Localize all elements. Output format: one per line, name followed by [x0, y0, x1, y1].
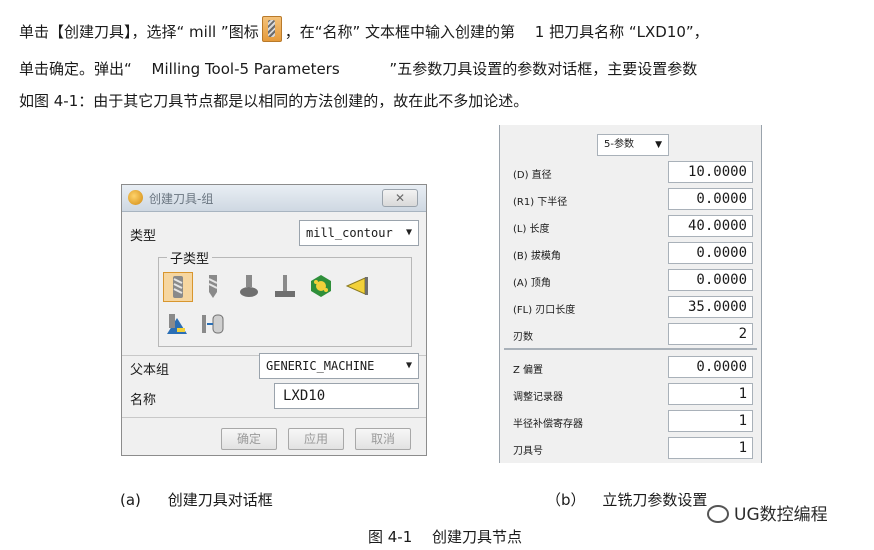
paragraph-line-3: 如图 4-1：由于其它刀具节点都是以相同的方法创建的，故在此不多加论述。	[19, 92, 529, 110]
end-mill-icon[interactable]	[163, 272, 193, 302]
barrel-cutter-icon[interactable]	[307, 272, 337, 302]
type-label: 类型	[130, 229, 157, 244]
caption-b: （b） 立铣刀参数设置	[546, 489, 707, 510]
param-row-length: (L) 长度 40.0000	[500, 213, 761, 240]
cancel-button[interactable]: 取消	[355, 428, 411, 450]
drill-mill-icon[interactable]	[199, 272, 229, 302]
param-row-flutes: 刃数 2	[500, 321, 761, 348]
chevron-down-icon: ▼	[405, 360, 412, 371]
param-value-input[interactable]: 40.0000	[668, 215, 753, 237]
panel-divider	[504, 348, 757, 350]
parent-select[interactable]: GENERIC_MACHINE ▼	[259, 353, 419, 379]
param-value-input[interactable]: 1	[668, 410, 753, 432]
parent-select-value: GENERIC_MACHINE	[266, 359, 375, 373]
param-label: (D) 直径	[513, 170, 552, 181]
param-row-tip-angle: (A) 顶角 0.0000	[500, 267, 761, 294]
param-row-lower-radius: (R1) 下半径 0.0000	[500, 186, 761, 213]
param-row-flute-length: (FL) 刃口长度 35.0000	[500, 294, 761, 321]
caption-b-tag: （b）	[546, 491, 586, 509]
line1-part-b: ，在“名称” 文本框中输入创建的第 1 把刀具名称 “LXD10”，	[284, 23, 709, 41]
mill-icon	[261, 16, 282, 42]
caption-a: (a) 创建刀具对话框	[120, 489, 273, 510]
create-tool-dialog: 创建刀具-组 ✕ 类型 mill_contour ▼ 子类型 父本组 GENER…	[121, 184, 427, 456]
caption-a-text: 创建刀具对话框	[167, 491, 273, 509]
watermark-text: UG数控编程	[734, 505, 828, 525]
param-label: (L) 长度	[513, 224, 550, 235]
subtype-label: 子类型	[167, 248, 213, 267]
param-row-diameter: (D) 直径 10.0000	[500, 159, 761, 186]
name-label: 名称	[130, 393, 157, 408]
chevron-down-icon: ▼	[655, 140, 662, 150]
param-label: (R1) 下半径	[513, 197, 568, 208]
paragraph-line-2: 单击确定。弹出“ Milling Tool-5 Parameters ”五参数刀…	[19, 60, 698, 78]
type-select[interactable]: mill_contour ▼	[299, 220, 419, 246]
param-label: 调整记录器	[513, 392, 563, 403]
param-value-input[interactable]: 0.0000	[668, 188, 753, 210]
apply-button[interactable]: 应用	[288, 428, 344, 450]
wechat-icon	[707, 505, 729, 523]
close-button[interactable]: ✕	[382, 189, 418, 207]
chevron-down-icon: ▼	[405, 227, 412, 238]
ok-button[interactable]: 确定	[221, 428, 277, 450]
param-value-input[interactable]: 35.0000	[668, 296, 753, 318]
close-icon: ✕	[394, 191, 406, 205]
dialog-title: 创建刀具-组	[149, 192, 214, 206]
parameter-type-value: 5-参数	[604, 139, 634, 150]
paragraph-line-1: 单击【创建刀具】，选择“ mill ”图标 ，在“名称” 文本框中输入创建的第 1…	[19, 16, 709, 42]
param-row-tool-number: 刀具号 1	[500, 435, 761, 462]
line1-part-a: 单击【创建刀具】，选择“ mill ”图标	[19, 23, 259, 41]
app-icon	[128, 190, 143, 205]
param-label: Z 偏置	[513, 365, 544, 376]
dialog-divider	[122, 417, 426, 418]
param-label: 刃数	[513, 332, 533, 343]
param-label: 刀具号	[513, 446, 543, 457]
subtype-group: 子类型	[158, 248, 412, 347]
param-label: (FL) 刃口长度	[513, 305, 576, 316]
parameter-type-select[interactable]: 5-参数 ▼	[597, 134, 669, 156]
param-row-taper-angle: (B) 拔模角 0.0000	[500, 240, 761, 267]
param-value-input[interactable]: 2	[668, 323, 753, 345]
caption-a-tag: (a)	[120, 491, 141, 509]
param-label: (A) 顶角	[513, 278, 551, 289]
watermark: UG数控编程	[707, 500, 828, 525]
param-value-input[interactable]: 1	[668, 383, 753, 405]
t-cutter-icon[interactable]	[271, 272, 301, 302]
param-value-input[interactable]: 0.0000	[668, 356, 753, 378]
param-label: (B) 拔模角	[513, 251, 561, 262]
dialog-titlebar: 创建刀具-组 ✕	[122, 185, 426, 212]
caption-b-text: 立铣刀参数设置	[602, 491, 708, 509]
tool-holder-icon[interactable]	[199, 310, 229, 340]
param-label: 半径补偿寄存器	[513, 419, 583, 430]
param-row-adjust-register: 调整记录器 1	[500, 381, 761, 408]
thread-mill-icon[interactable]	[163, 310, 193, 340]
param-row-cutcom-register: 半径补偿寄存器 1	[500, 408, 761, 435]
parent-label: 父本组	[130, 363, 170, 378]
figure-caption: 图 4-1 创建刀具节点	[368, 528, 523, 546]
name-input[interactable]: LXD10	[274, 383, 419, 409]
param-value-input[interactable]: 0.0000	[668, 269, 753, 291]
chamfer-tool-icon[interactable]	[343, 272, 373, 302]
tool-parameters-panel: 5-参数 ▼ (D) 直径 10.0000 (R1) 下半径 0.0000 (L…	[499, 125, 762, 463]
param-value-input[interactable]: 10.0000	[668, 161, 753, 183]
param-value-input[interactable]: 0.0000	[668, 242, 753, 264]
type-select-value: mill_contour	[306, 226, 393, 240]
param-value-input[interactable]: 1	[668, 437, 753, 459]
ball-mill-icon[interactable]	[235, 272, 265, 302]
param-row-z-offset: Z 偏置 0.0000	[500, 354, 761, 381]
